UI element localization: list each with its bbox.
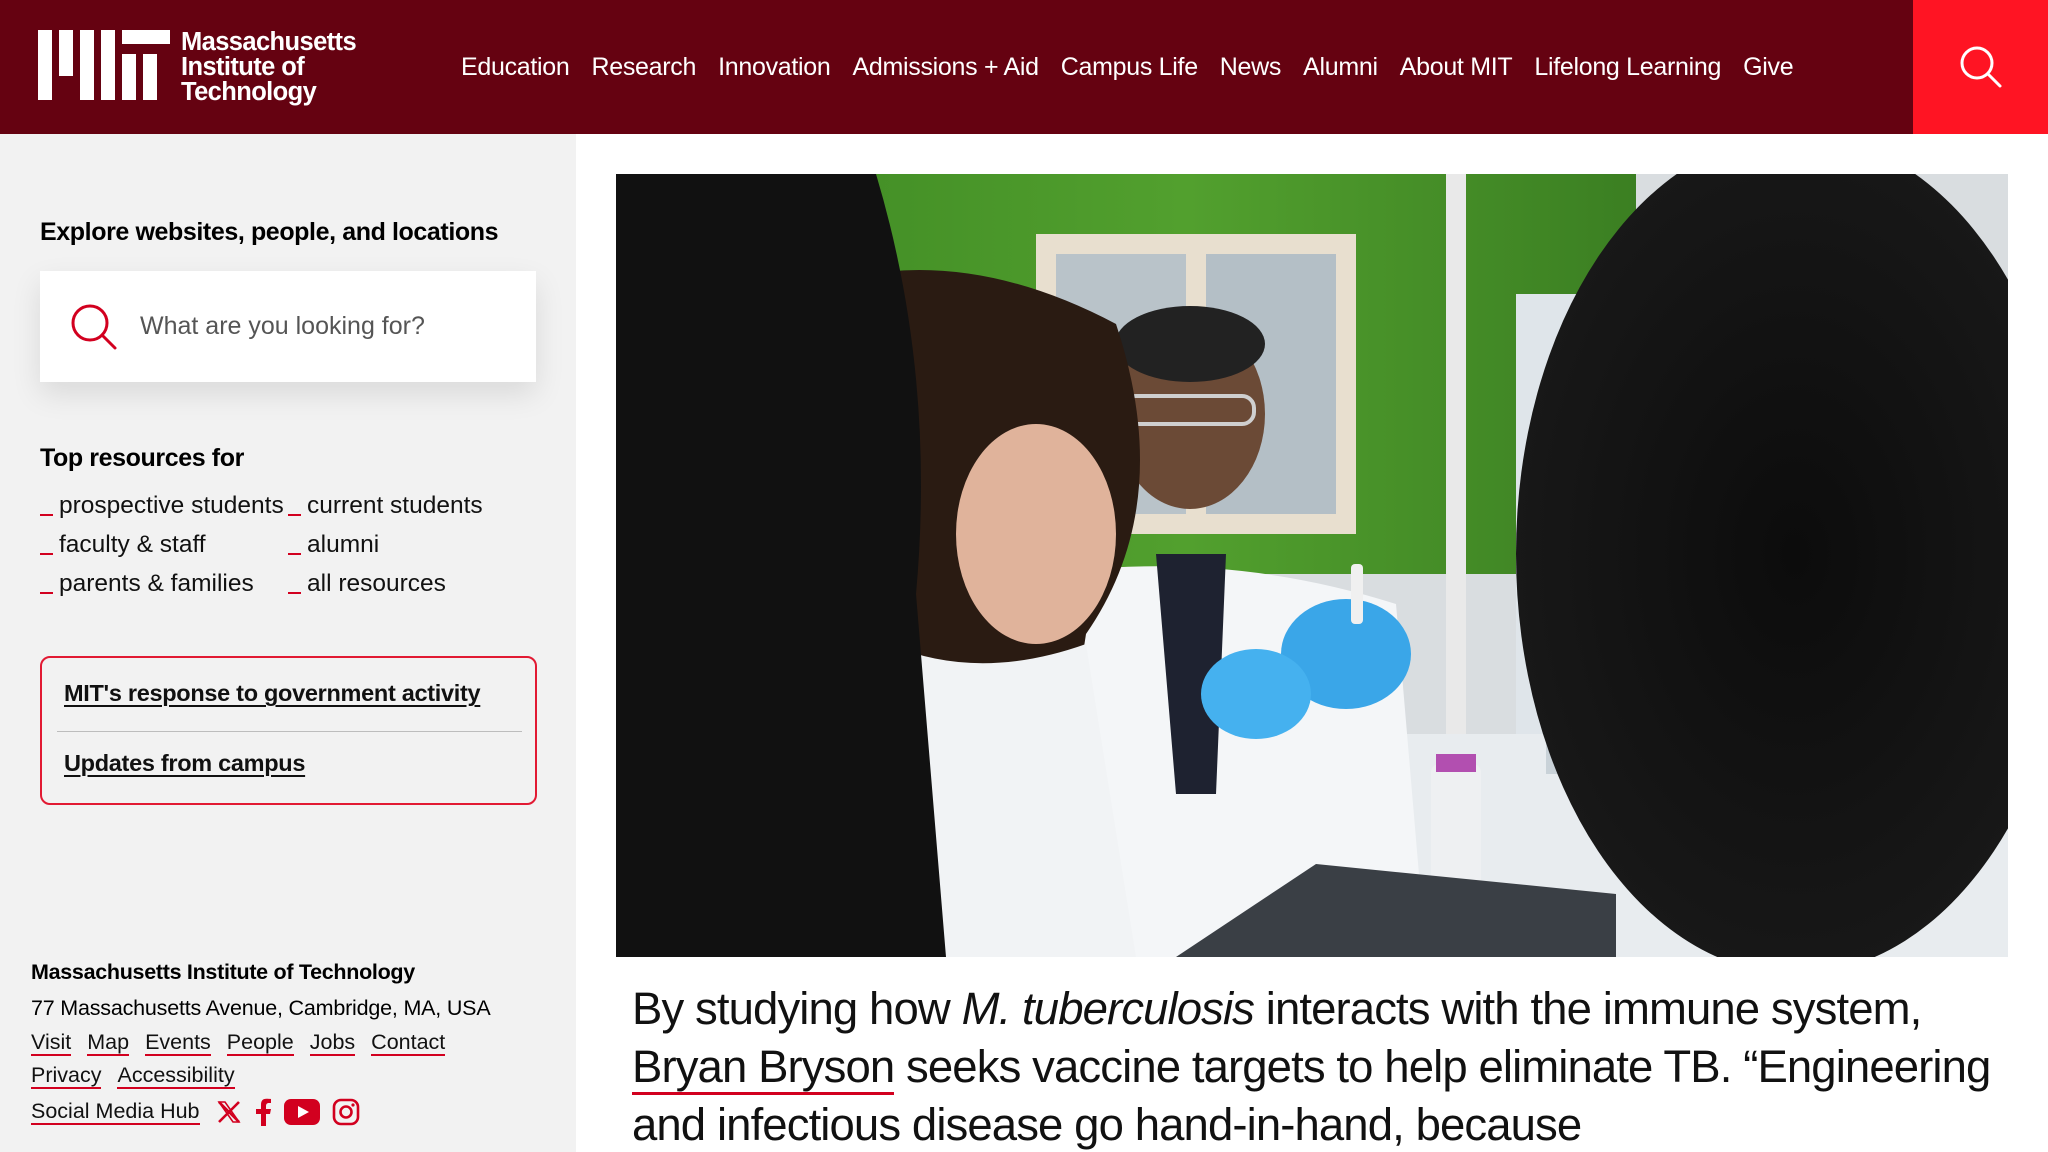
logo-line: Technology: [181, 78, 317, 106]
government-activity-link[interactable]: MIT's response to government activity: [64, 680, 481, 707]
nav-lifelong-learning[interactable]: Lifelong Learning: [1534, 53, 1721, 82]
footer-institution-name: Massachusetts Institute of Technology: [31, 960, 415, 984]
instagram-icon[interactable]: [332, 1098, 360, 1126]
dash-marker: [40, 514, 53, 516]
nav-innovation[interactable]: Innovation: [718, 53, 831, 82]
caption-text: interacts with the immune system,: [1254, 983, 1922, 1034]
footer-link-contact[interactable]: Contact: [371, 1031, 446, 1056]
x-icon[interactable]: [216, 1099, 242, 1125]
resource-alumni[interactable]: alumni: [288, 531, 538, 562]
mit-logo-mark: [38, 30, 170, 100]
explore-title: Explore websites, people, and locations: [40, 218, 499, 246]
footer-links: Visit Map Events People Jobs Contact Pri…: [31, 1031, 511, 1089]
social-row: Social Media Hub: [31, 1098, 551, 1126]
alert-box: MIT's response to government activity Up…: [40, 656, 537, 805]
footer-address: 77 Massachusetts Avenue, Cambridge, MA, …: [31, 996, 491, 1020]
dash-marker: [40, 553, 53, 555]
hero-photo[interactable]: [616, 174, 2008, 957]
footer-link-people[interactable]: People: [226, 1031, 294, 1056]
dash-marker: [288, 553, 301, 555]
resource-prospective-students[interactable]: prospective students: [40, 492, 288, 523]
search-input[interactable]: [140, 312, 500, 341]
nav-campus-life[interactable]: Campus Life: [1061, 53, 1198, 82]
dash-marker: [288, 592, 301, 594]
nav-alumni[interactable]: Alumni: [1303, 53, 1378, 82]
nav-research[interactable]: Research: [592, 53, 697, 82]
footer-link-map[interactable]: Map: [87, 1031, 130, 1056]
search-icon: [71, 304, 117, 349]
social-media-hub-link[interactable]: Social Media Hub: [31, 1099, 200, 1125]
footer-link-jobs[interactable]: Jobs: [309, 1031, 356, 1056]
caption-italic: M. tuberculosis: [961, 983, 1255, 1034]
youtube-icon[interactable]: [283, 1099, 320, 1125]
sidebar-footer: Massachusetts Institute of Technology 77…: [31, 960, 551, 1126]
resource-label: prospective students: [59, 492, 284, 519]
sidebar: Explore websites, people, and locations …: [0, 134, 576, 1152]
site-header: Massachusetts Institute of Technology Ed…: [0, 0, 2048, 134]
header-search-button[interactable]: [1913, 0, 2048, 134]
resource-label: all resources: [307, 570, 446, 597]
nav-about-mit[interactable]: About MIT: [1400, 53, 1513, 82]
footer-link-visit[interactable]: Visit: [31, 1031, 72, 1056]
divider: [57, 731, 522, 732]
logo-wordmark: Massachusetts Institute of Technology: [181, 28, 357, 106]
dash-marker: [288, 514, 301, 516]
resource-label: alumni: [307, 531, 380, 558]
person-link-bryan-bryson[interactable]: Bryan Bryson: [632, 1041, 895, 1095]
resource-label: faculty & staff: [59, 531, 206, 558]
lab-scene-illustration: [616, 174, 2008, 957]
facebook-icon[interactable]: [254, 1098, 272, 1126]
resource-faculty-staff[interactable]: faculty & staff: [40, 531, 288, 562]
hero-caption: By studying how M. tuberculosis interact…: [632, 980, 2022, 1152]
caption-text: By studying how: [632, 983, 962, 1034]
logo-line: Massachusetts: [181, 28, 357, 56]
nav-give[interactable]: Give: [1743, 53, 1794, 82]
campus-updates-link[interactable]: Updates from campus: [64, 750, 305, 777]
footer-link-privacy[interactable]: Privacy: [31, 1064, 102, 1089]
site-search[interactable]: [40, 271, 536, 382]
mit-logo[interactable]: Massachusetts Institute of Technology: [38, 28, 357, 106]
dash-marker: [40, 592, 53, 594]
logo-line: Institute of: [181, 53, 305, 81]
resource-parents-families[interactable]: parents & families: [40, 570, 288, 601]
resource-current-students[interactable]: current students: [288, 492, 538, 523]
nav-education[interactable]: Education: [461, 53, 570, 82]
main-nav: Education Research Innovation Admissions…: [461, 0, 1815, 134]
top-resources-list: prospective students current students fa…: [40, 492, 540, 601]
resource-label: parents & families: [59, 570, 254, 597]
resource-all-resources[interactable]: all resources: [288, 570, 538, 601]
search-icon: [1960, 46, 2001, 88]
footer-link-accessibility[interactable]: Accessibility: [117, 1064, 235, 1089]
nav-news[interactable]: News: [1220, 53, 1282, 82]
top-resources-title: Top resources for: [40, 444, 244, 472]
footer-link-events[interactable]: Events: [145, 1031, 211, 1056]
nav-admissions-aid[interactable]: Admissions + Aid: [852, 53, 1039, 82]
resource-label: current students: [307, 492, 483, 519]
